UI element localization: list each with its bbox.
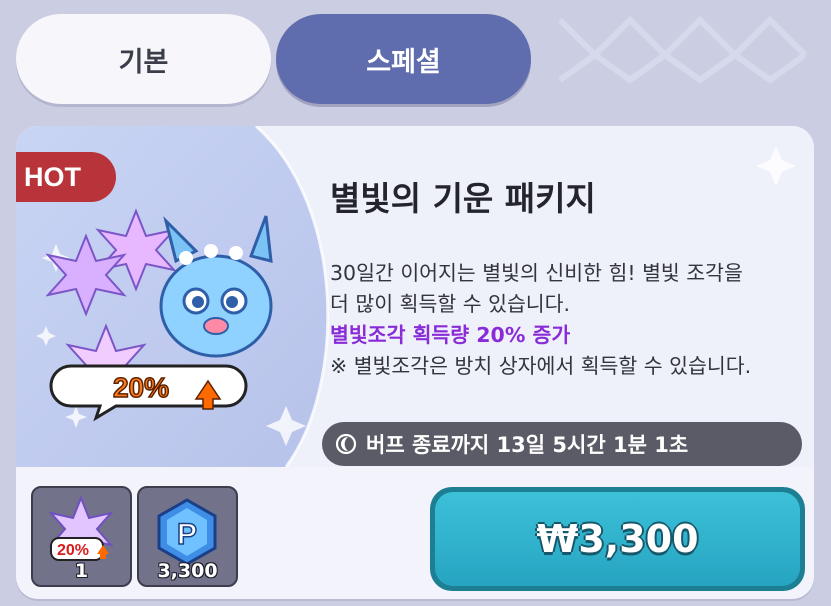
reward-item-p-gem[interactable]: P 3,300 xyxy=(137,486,238,587)
package-title: 별빛의 기운 패키지 xyxy=(330,179,596,218)
dragon-mascot xyxy=(159,215,273,358)
tab-special[interactable]: 스페셜 xyxy=(276,14,531,104)
reward-boost-badge: 20% xyxy=(57,542,89,559)
boost-highlight: 별빛조각 획득량 20% 증가 xyxy=(330,323,571,347)
boost-speech-bubble: 20% xyxy=(49,364,248,422)
tab-special-label: 스페셜 xyxy=(366,46,441,78)
reward-item-starlight-boost[interactable]: 20% 1 xyxy=(31,486,132,587)
tab-basic[interactable]: 기본 xyxy=(16,14,271,104)
reward-qty: 1 xyxy=(74,560,89,582)
description-note: ※ 별빛조각은 방치 상자에서 획득할 수 있습니다. xyxy=(330,354,752,378)
hot-badge-label: HOT xyxy=(24,161,81,192)
art-boost-text: 20% xyxy=(113,372,169,403)
description-line-1: 30일간 이어지는 별빛의 신비한 힘! 별빛 조각을 xyxy=(330,261,743,285)
purchase-button[interactable]: ₩3,300 xyxy=(430,487,805,591)
character-illustration: 20% xyxy=(46,208,273,422)
hot-badge: HOT xyxy=(16,152,116,202)
package-description: 30일간 이어지는 별빛의 신비한 힘! 별빛 조각을 더 많이 획득할 수 있… xyxy=(330,258,751,382)
buff-timer-text: 버프 종료까지 13일 5시간 1분 1초 xyxy=(366,433,689,457)
description-line-2: 더 많이 획득할 수 있습니다. xyxy=(330,292,571,316)
moon-icon xyxy=(336,434,356,454)
buff-timer: 버프 종료까지 13일 5시간 1분 1초 xyxy=(322,422,802,466)
svg-text:P: P xyxy=(177,518,197,551)
tab-basic-label: 기본 xyxy=(118,46,169,78)
price-label: ₩3,300 xyxy=(536,517,699,561)
reward-qty: 3,300 xyxy=(157,560,218,582)
